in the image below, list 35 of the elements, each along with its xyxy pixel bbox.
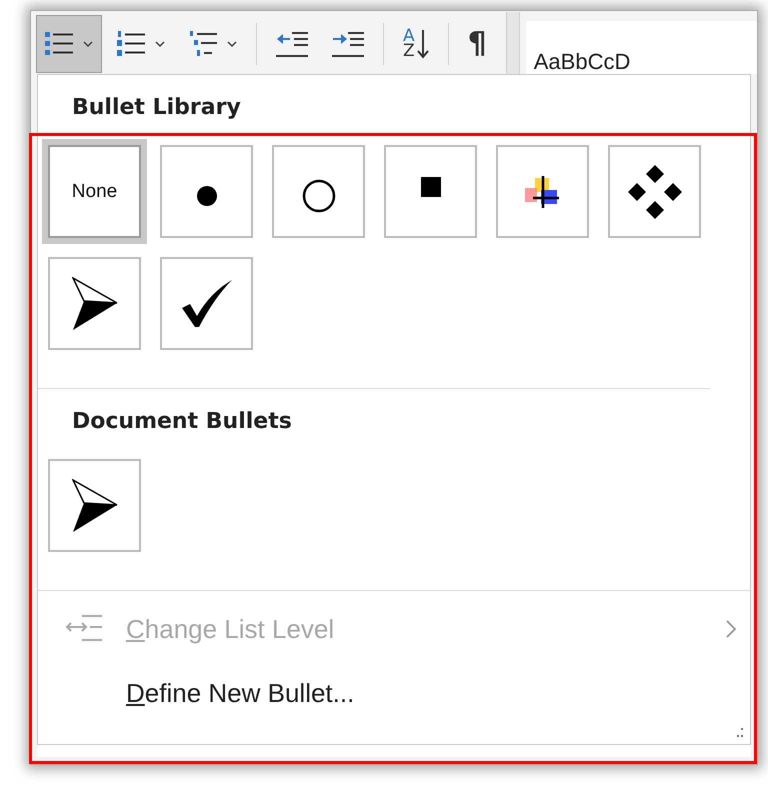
chevron-right-icon (726, 620, 736, 638)
check-mark-icon (182, 280, 232, 328)
colorful-cross-icon (524, 176, 560, 208)
bullet-option[interactable] (48, 459, 141, 552)
decrease-indent-icon (276, 30, 308, 58)
circle-icon (302, 178, 336, 212)
square-icon (420, 176, 440, 196)
down-arrow-icon (416, 28, 429, 58)
multilevel-list-icon (189, 30, 217, 56)
caret-icon (227, 40, 237, 46)
arrowhead-icon (72, 478, 118, 532)
section-heading: Bullet Library (71, 94, 242, 122)
bullet-option[interactable] (272, 145, 365, 238)
arrowhead-icon (72, 276, 118, 330)
bullet-option[interactable] (160, 145, 253, 238)
dot-icon (196, 184, 218, 206)
style-gallery[interactable]: AaBbCcD (526, 21, 757, 74)
numbered-list-icon (117, 30, 145, 56)
bulleted-list-icon (45, 30, 73, 56)
resize-grip-icon (734, 728, 744, 738)
section-heading: Document Bullets (71, 408, 293, 436)
list-level-icon (66, 614, 104, 644)
bullet-option[interactable] (384, 145, 477, 238)
pilcrow-button[interactable]: ¶ (458, 14, 496, 72)
sort-button[interactable]: A Z (394, 14, 438, 72)
increase-indent-icon (332, 30, 364, 58)
caret-icon (155, 40, 165, 46)
bullet-option[interactable] (496, 145, 589, 238)
bullets-button[interactable] (36, 14, 102, 72)
bullet-option[interactable] (160, 257, 253, 350)
bullet-option[interactable] (48, 257, 141, 350)
bullet-option[interactable] (608, 145, 701, 238)
four-diamonds-icon (628, 164, 682, 218)
caret-icon (83, 40, 93, 46)
menu-command[interactable]: Define New Bullet... (38, 661, 750, 725)
